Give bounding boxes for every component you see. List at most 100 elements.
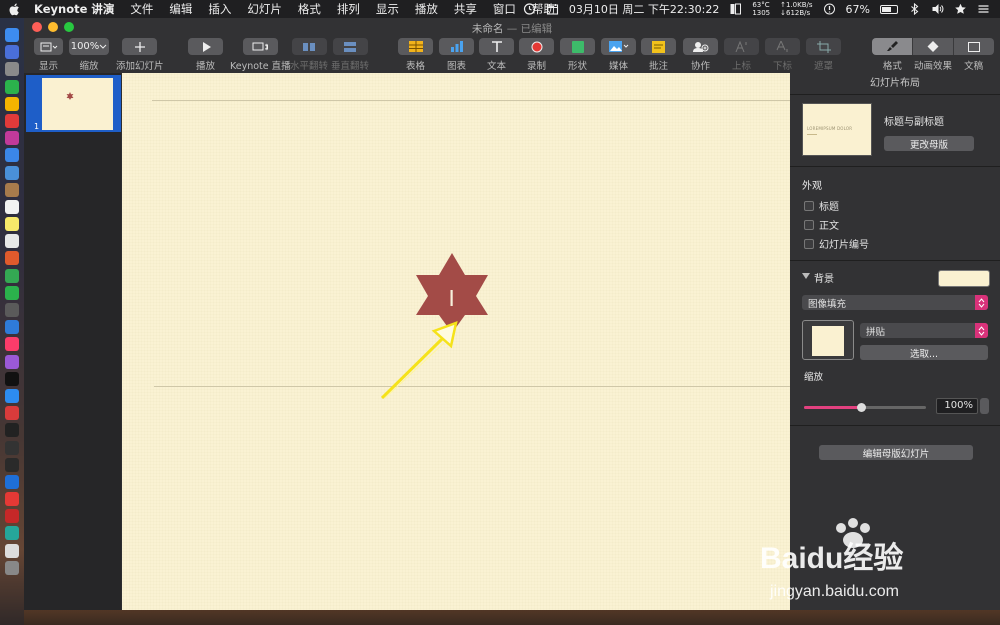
menu-format[interactable]: 格式 bbox=[298, 1, 321, 17]
media-tool[interactable]: 媒体 bbox=[601, 38, 636, 72]
terminal-icon[interactable] bbox=[5, 423, 19, 438]
sidebar-toggle-icon[interactable] bbox=[729, 3, 742, 15]
slide-thumbnail-selected[interactable]: 1 bbox=[26, 75, 121, 132]
mask-button[interactable] bbox=[806, 38, 841, 55]
clock-icon[interactable] bbox=[523, 3, 536, 15]
system-prefs-icon[interactable] bbox=[5, 62, 19, 77]
mask-tool[interactable]: 遮罩 bbox=[806, 38, 841, 72]
vpn-icon[interactable] bbox=[5, 474, 19, 489]
trash-icon[interactable] bbox=[5, 560, 19, 575]
title-checkbox[interactable] bbox=[804, 200, 814, 211]
podcasts-icon[interactable] bbox=[5, 354, 19, 369]
chart-button[interactable] bbox=[439, 38, 474, 55]
subscript-tool[interactable]: 下标 bbox=[765, 38, 800, 72]
chart-tool[interactable]: 图表 bbox=[439, 38, 474, 72]
menu-insert[interactable]: 插入 bbox=[208, 1, 231, 17]
scale-input[interactable]: 100% bbox=[936, 398, 978, 414]
chrome-icon[interactable] bbox=[5, 96, 19, 111]
slide-number-checkbox[interactable] bbox=[804, 238, 814, 249]
menu-arrange[interactable]: 排列 bbox=[337, 1, 360, 17]
photos-icon[interactable] bbox=[5, 251, 19, 266]
menu-window[interactable]: 窗口 bbox=[493, 1, 516, 17]
facetime-icon[interactable] bbox=[5, 285, 19, 300]
play-tool[interactable]: 播放 bbox=[188, 38, 223, 72]
app-red-icon[interactable] bbox=[5, 113, 19, 128]
keynote-dock-icon[interactable] bbox=[5, 320, 19, 335]
record-button[interactable] bbox=[519, 38, 554, 55]
body-checkbox[interactable] bbox=[804, 219, 814, 230]
app-menu[interactable]: Keynote 讲演 bbox=[34, 1, 114, 17]
table-tool[interactable]: 表格 bbox=[398, 38, 433, 72]
slide-canvas[interactable] bbox=[122, 73, 790, 610]
format-tab[interactable] bbox=[872, 38, 913, 55]
finder-icon[interactable] bbox=[5, 28, 19, 42]
bluetooth-icon[interactable] bbox=[908, 3, 921, 15]
reminders-icon[interactable] bbox=[5, 234, 19, 249]
comment-tool[interactable]: 批注 bbox=[641, 38, 676, 72]
fill-type-select[interactable]: 图像填充 bbox=[802, 295, 988, 310]
notes-brown-icon[interactable] bbox=[5, 182, 19, 197]
superscript-button[interactable] bbox=[724, 38, 759, 55]
shape-button[interactable] bbox=[560, 38, 595, 55]
sensor-readout[interactable]: 63°C 1305 bbox=[752, 1, 770, 17]
menu-file[interactable]: 文件 bbox=[130, 1, 153, 17]
alert-icon[interactable] bbox=[823, 3, 836, 15]
zoom-tool[interactable]: 100% 缩放 bbox=[69, 38, 109, 72]
favorites-star-icon[interactable] bbox=[954, 3, 967, 15]
flip-vertical-button[interactable] bbox=[332, 38, 368, 55]
flip-vertical-tool[interactable]: 垂直翻转 bbox=[331, 38, 369, 72]
scale-slider[interactable] bbox=[804, 403, 926, 412]
view-button[interactable] bbox=[34, 38, 63, 55]
body-checkbox-row[interactable]: 正文 bbox=[804, 217, 839, 232]
messages-icon[interactable] bbox=[5, 268, 19, 283]
calendar-icon[interactable] bbox=[546, 3, 559, 15]
calendar-dock-icon[interactable] bbox=[5, 199, 19, 214]
app-teal-icon[interactable] bbox=[5, 526, 19, 541]
subscript-button[interactable] bbox=[765, 38, 800, 55]
add-slide-tool[interactable]: 添加幻灯片 bbox=[116, 38, 164, 72]
view-tool[interactable]: 显示 bbox=[34, 38, 63, 72]
notes-icon[interactable] bbox=[5, 217, 19, 232]
slide-number-checkbox-row[interactable]: 幻灯片编号 bbox=[804, 236, 869, 251]
battery-icon[interactable] bbox=[880, 4, 898, 14]
choose-image-button[interactable]: 选取... bbox=[860, 345, 988, 360]
battery-percent[interactable]: 67% bbox=[846, 3, 870, 16]
edit-master-button[interactable]: 编辑母版幻灯片 bbox=[819, 445, 973, 460]
change-master-button[interactable]: 更改母版 bbox=[884, 136, 974, 151]
flip-horizontal-tool[interactable]: 水平翻转 bbox=[290, 38, 328, 72]
app-purple-icon[interactable] bbox=[5, 131, 19, 146]
comment-button[interactable] bbox=[641, 38, 676, 55]
yandex-icon[interactable] bbox=[5, 492, 19, 507]
preview-icon[interactable] bbox=[5, 165, 19, 180]
music-icon[interactable] bbox=[5, 337, 19, 352]
date-time[interactable]: 03月10日 周二 下午22:30:22 bbox=[569, 1, 719, 17]
record-tool[interactable]: 录制 bbox=[519, 38, 554, 72]
volume-icon[interactable] bbox=[931, 3, 944, 15]
app-store-icon[interactable] bbox=[5, 388, 19, 403]
shape-tool[interactable]: 形状 bbox=[560, 38, 595, 72]
zoom-select[interactable]: 100% bbox=[69, 38, 109, 55]
camera-icon[interactable] bbox=[5, 303, 19, 317]
document-name[interactable]: 未命名 bbox=[472, 23, 504, 35]
launchpad-icon[interactable] bbox=[5, 45, 19, 60]
keynote-live-button[interactable] bbox=[242, 38, 278, 55]
menu-play[interactable]: 播放 bbox=[415, 1, 438, 17]
disclosure-triangle-icon[interactable] bbox=[802, 273, 810, 280]
network-readout[interactable]: ↑1.0KB/s ↓612B/s bbox=[780, 1, 812, 17]
collaborate-button[interactable] bbox=[683, 38, 718, 55]
master-thumbnail[interactable]: LOREMIPSUM DOLOR bbox=[802, 103, 872, 156]
title-checkbox-row[interactable]: 标题 bbox=[804, 198, 839, 213]
animate-tab[interactable] bbox=[913, 38, 954, 55]
menu-view[interactable]: 显示 bbox=[376, 1, 399, 17]
menu-share[interactable]: 共享 bbox=[454, 1, 477, 17]
apple-tv-icon[interactable] bbox=[5, 371, 19, 386]
scale-stepper[interactable] bbox=[980, 398, 989, 414]
superscript-tool[interactable]: 上标 bbox=[724, 38, 759, 72]
play-button[interactable] bbox=[188, 38, 223, 55]
media-button[interactable] bbox=[601, 38, 636, 55]
add-slide-button[interactable] bbox=[122, 38, 158, 55]
image-well[interactable] bbox=[802, 320, 854, 360]
table-button[interactable] bbox=[398, 38, 433, 55]
slide-thumbnail[interactable] bbox=[42, 78, 113, 130]
keynote-live-tool[interactable]: Keynote 直播 bbox=[230, 38, 291, 72]
